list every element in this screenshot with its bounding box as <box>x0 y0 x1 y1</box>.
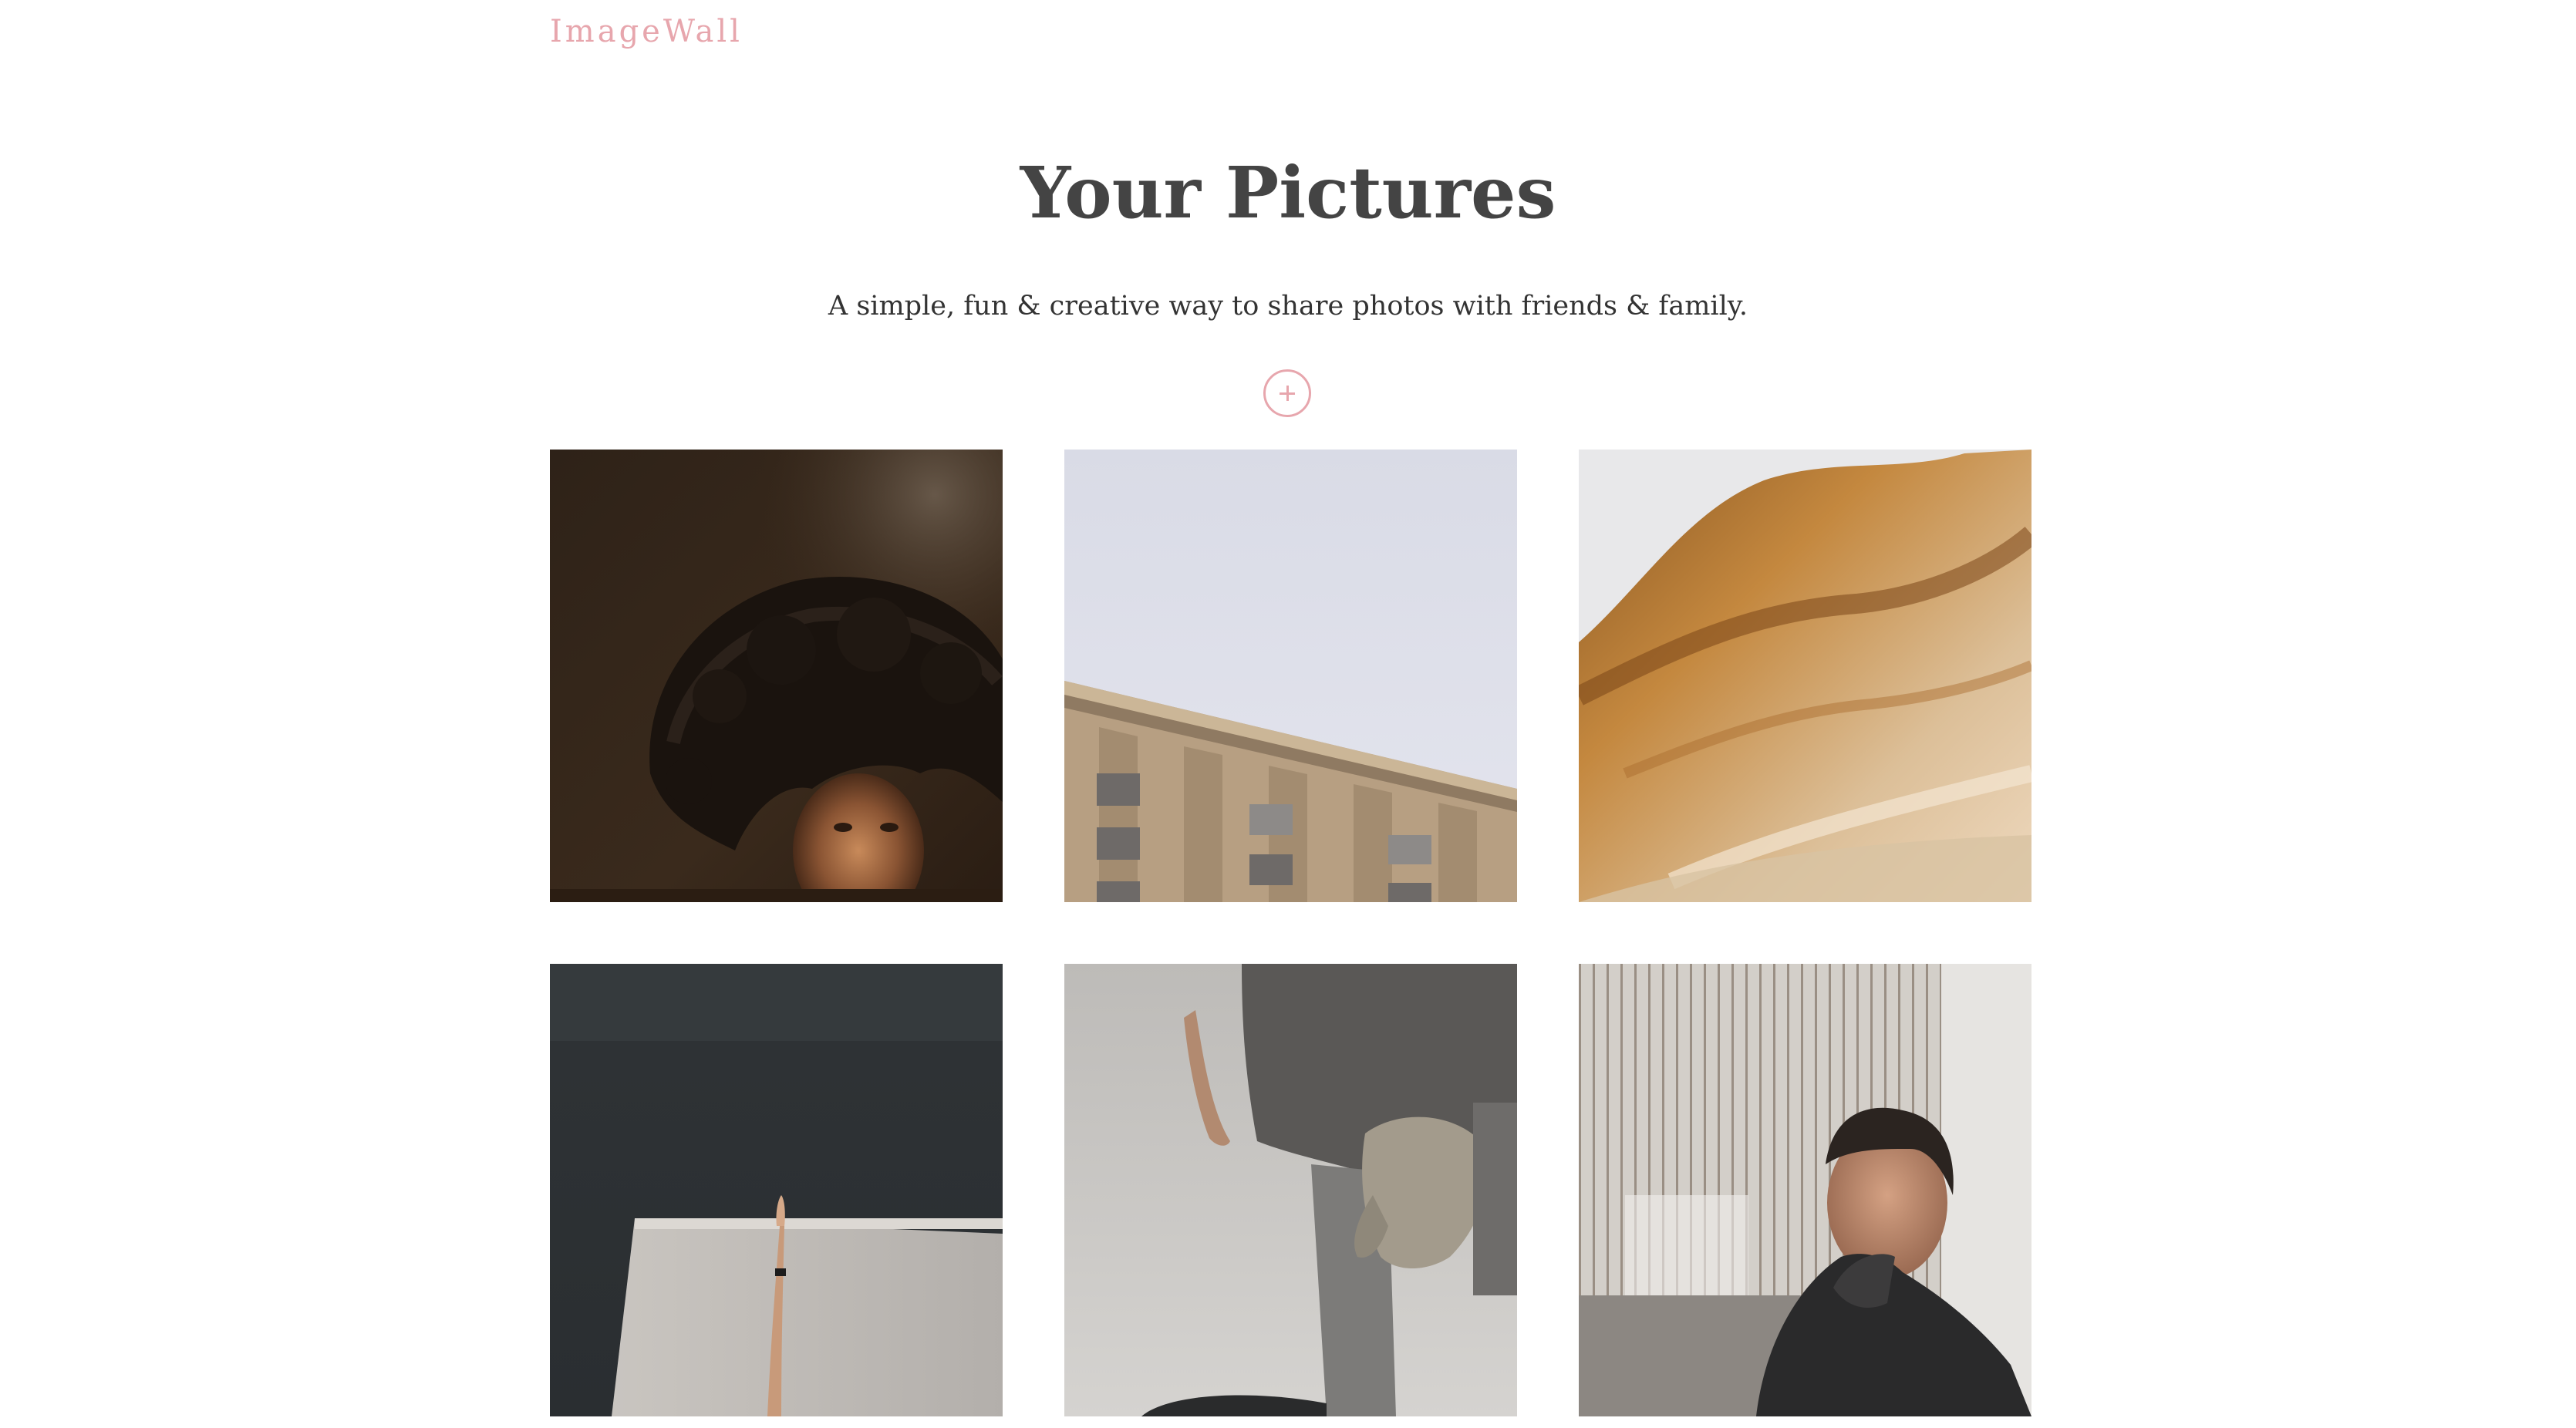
brand-logo[interactable]: ImageWall <box>550 14 743 49</box>
photo-raised-arm-studio <box>550 964 1003 1416</box>
photo-card[interactable] <box>550 450 1003 902</box>
photo-card[interactable] <box>1579 450 2031 902</box>
photo-hand-with-work-glove <box>1064 964 1517 1416</box>
photo-grid <box>550 450 2031 1416</box>
photo-portrait-curly-hair <box>550 450 1003 902</box>
photo-building-facade-sky <box>1064 450 1517 902</box>
page-title: Your Pictures <box>1020 151 1556 234</box>
photo-card[interactable] <box>1064 450 1517 902</box>
photo-dried-leaf-closeup <box>1579 450 2031 902</box>
page-subtitle: A simple, fun & creative way to share ph… <box>828 291 1748 322</box>
photo-card[interactable] <box>1579 964 2031 1416</box>
plus-icon-stroke <box>1286 386 1289 401</box>
photo-card[interactable] <box>550 964 1003 1416</box>
photo-card[interactable] <box>1064 964 1517 1416</box>
photo-portrait-woman-industrial <box>1579 964 2031 1416</box>
add-photo-button[interactable] <box>1263 369 1311 417</box>
